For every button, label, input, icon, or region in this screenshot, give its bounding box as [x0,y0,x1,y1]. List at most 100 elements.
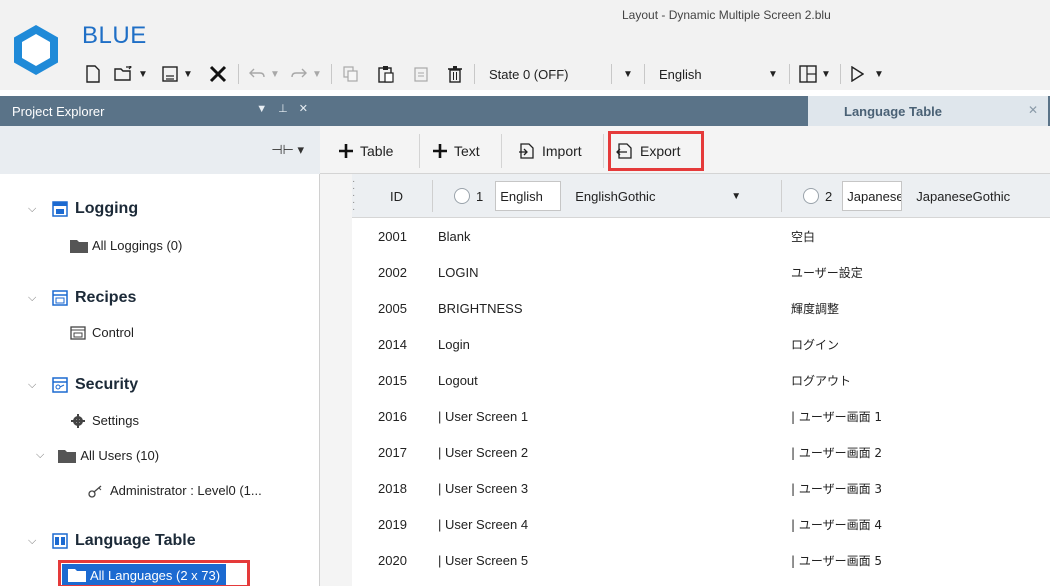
tree-item-administrator[interactable]: Administrator : Level0 (1... [88,483,262,498]
tree-item-all-loggings[interactable]: All Loggings (0) [70,238,182,253]
cell-id: 2017 [378,444,407,460]
tree-group-recipes[interactable]: ⌵ Recipes [28,289,136,307]
table-row[interactable]: 2016 | User Screen 1 | ユーザー画面 1 [352,398,1050,434]
cell-japanese[interactable]: ログイン [791,336,839,353]
cell-english[interactable]: | User Screen 1 [438,409,528,424]
tree-group-security[interactable]: ⌵ Security [28,376,138,394]
add-text-button[interactable]: Text [420,134,502,168]
table-row[interactable]: 2017 | User Screen 2 | ユーザー画面 2 [352,434,1050,470]
tab-language-table[interactable]: Language Table ✕ [808,96,1048,126]
close-icon[interactable]: ✕ [1028,103,1038,117]
cell-english[interactable]: BRIGHTNESS [438,301,523,316]
table-row[interactable]: 2019 | User Screen 4 | ユーザー画面 4 [352,506,1050,542]
paste-special-icon[interactable] [408,61,434,87]
language-dropdown-chevron-icon[interactable]: ▼ [763,61,783,87]
logging-icon [52,201,68,217]
toolbar-divider [611,64,612,84]
language-2-name-field[interactable]: Japanese [842,181,903,211]
cell-english[interactable]: Blank [438,229,471,244]
chevron-down-icon[interactable]: ⌵ [28,379,42,392]
project-explorer-toolbar: ⊣⊢ ▾ [0,126,320,174]
table-row[interactable]: 2018 | User Screen 3 | ユーザー画面 3 [352,470,1050,506]
chevron-down-icon[interactable]: ▼ [731,191,741,202]
import-icon [519,143,534,159]
cell-japanese[interactable]: 輝度調整 [791,300,839,317]
project-explorer-header: Project Explorer ▼ ⊥ ✕ [0,96,320,126]
folder-icon [58,449,77,463]
chevron-down-icon[interactable]: ⌵ [28,292,42,305]
state-dropdown-chevron-icon[interactable]: ▼ [618,61,638,87]
table-row[interactable]: 2015 Logout ログアウト [352,362,1050,398]
save-icon[interactable]: ▼ [158,61,196,87]
language-1-font-select[interactable]: EnglishGothic [575,189,725,204]
close-x-icon[interactable] [204,61,232,87]
cell-english[interactable]: | User Screen 5 [438,553,528,568]
cell-english[interactable]: Logout [438,373,478,388]
table-row[interactable]: 2001 Blank 空白 [352,218,1050,254]
chevron-down-icon[interactable]: ⌵ [36,449,44,462]
undo-icon[interactable]: ▼ [245,61,283,87]
table-column-header: · · · · · ID 1 English EnglishGothic ▼ 2 Jap… [352,174,1050,218]
tree-item-settings[interactable]: Settings [70,413,139,428]
column-divider [781,180,782,212]
language-combo[interactable]: English [651,62,763,86]
selection-highlight-box [58,560,250,586]
grid-left-gutter [320,174,352,586]
paste-icon[interactable] [372,61,400,87]
table-row[interactable]: 2005 BRIGHTNESS 輝度調整 [352,290,1050,326]
chevron-down-icon[interactable]: ⌵ [28,535,42,548]
cell-id: 2005 [378,300,407,316]
cell-english[interactable]: | User Screen 4 [438,517,528,532]
language-2-radio[interactable] [803,188,819,204]
cell-japanese[interactable]: | ユーザー画面 2 [791,444,882,461]
cell-japanese[interactable]: ユーザー設定 [791,264,863,281]
cell-japanese[interactable]: | ユーザー画面 1 [791,408,882,425]
language-1-name-field[interactable]: English [495,181,562,211]
add-table-button[interactable]: Table [330,134,420,168]
column-header-id: ID [390,188,403,204]
column-divider [432,180,433,212]
cell-english[interactable]: LOGIN [438,265,478,280]
layout-grid-icon[interactable]: ▼ [796,61,834,87]
language-1-radio[interactable] [454,188,470,204]
cell-japanese[interactable]: | ユーザー画面 5 [791,552,882,569]
cell-japanese[interactable]: 空白 [791,228,815,245]
tree-group-language-table[interactable]: ⌵ Language Table [28,532,196,550]
user-key-icon [88,485,102,498]
delete-icon[interactable] [442,61,468,87]
cell-japanese[interactable]: | ユーザー画面 3 [791,480,882,497]
cell-english[interactable]: Login [438,337,470,352]
import-button[interactable]: Import [502,134,604,168]
blue-logo-icon [14,25,58,75]
cell-english[interactable]: | User Screen 3 [438,481,528,496]
cell-english[interactable]: | User Screen 2 [438,445,528,460]
project-explorer-title: Project Explorer [12,103,105,119]
tree-item-all-users[interactable]: ⌵ All Users (10) [36,448,159,463]
copy-icon[interactable] [338,61,364,87]
cell-japanese[interactable]: ログアウト [791,372,851,389]
cell-japanese[interactable]: | ユーザー画面 4 [791,516,882,533]
toolbar-divider [789,64,790,84]
tree-group-logging[interactable]: ⌵ Logging [28,200,138,218]
table-row[interactable]: 2002 LOGIN ユーザー設定 [352,254,1050,290]
chevron-down-icon[interactable]: ⌵ [28,203,42,216]
run-play-icon[interactable]: ▼ [847,61,887,87]
drag-grip-icon[interactable]: · · · · · [352,177,355,215]
toolbar-divider [238,64,239,84]
recipe-item-icon [70,325,86,340]
cell-id: 2018 [378,480,407,496]
export-highlight-box [608,131,704,171]
state-combo[interactable]: State 0 (OFF) [481,62,605,86]
open-folder-icon[interactable]: ▼ [112,61,150,87]
panel-window-controls[interactable]: ▼ ⊥ ✕ [256,102,312,115]
language-2-header: 2 Japanese JapaneseGothic [803,174,1010,218]
pin-dropdown-icon[interactable]: ⊣⊢ ▾ [271,142,304,158]
redo-icon[interactable]: ▼ [287,61,325,87]
table-row[interactable]: 2020 | User Screen 5 | ユーザー画面 5 [352,542,1050,578]
language-2-font-select[interactable]: JapaneseGothic [916,189,1010,204]
folder-icon [70,239,88,253]
cell-id: 2002 [378,264,407,280]
table-row[interactable]: 2014 Login ログイン [352,326,1050,362]
new-file-icon[interactable] [80,61,106,87]
tree-item-control[interactable]: Control [70,325,134,340]
